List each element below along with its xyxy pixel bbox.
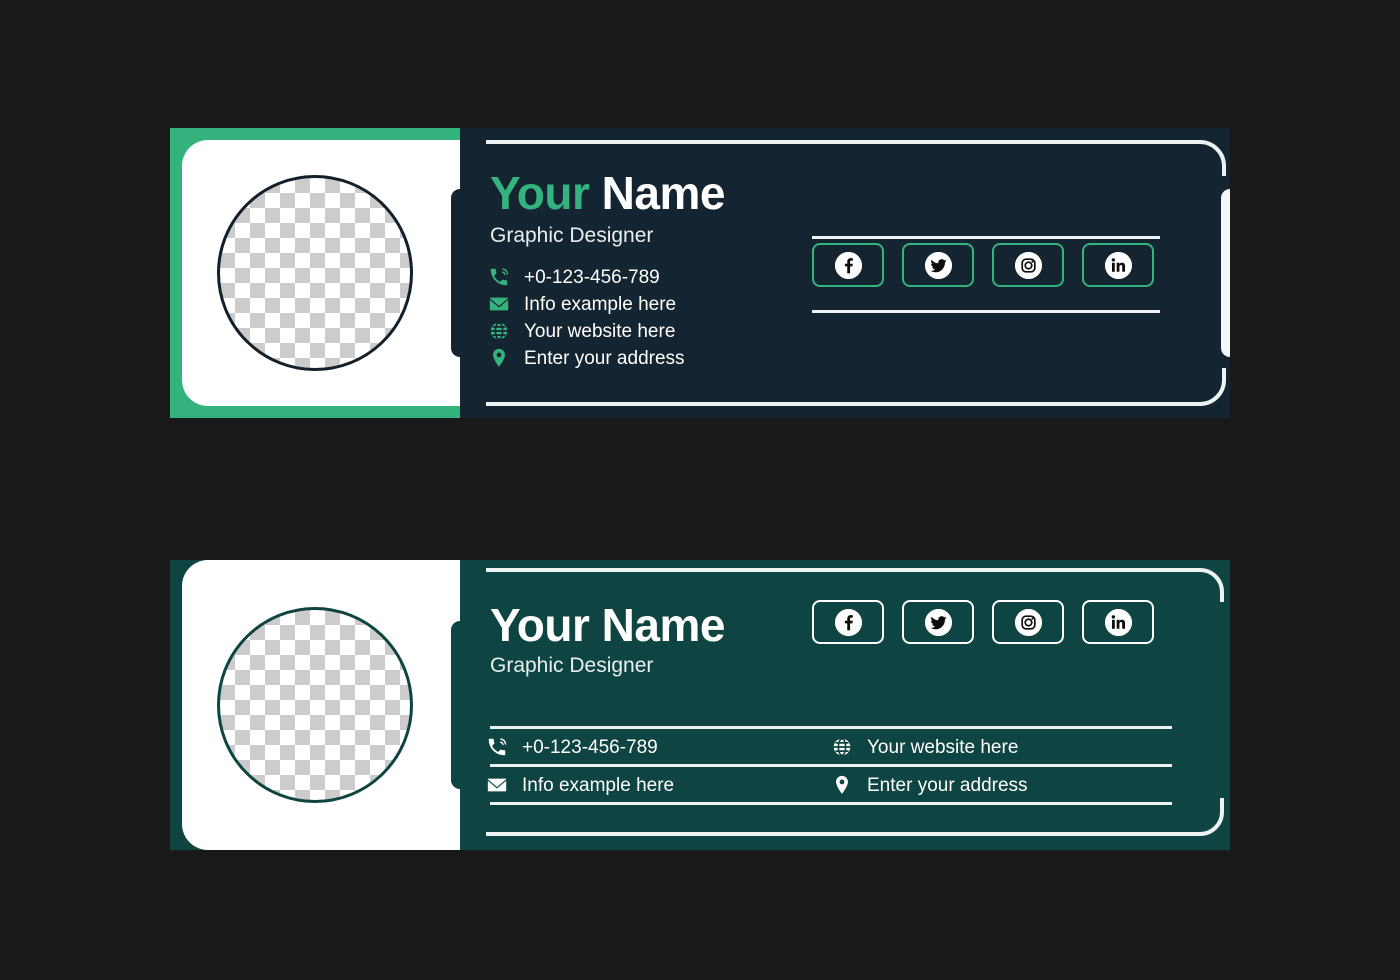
photo-block (170, 128, 469, 418)
page-title: Your Name (490, 170, 725, 216)
divider-contacts-middle (490, 764, 1172, 767)
contact-text: Your website here (867, 736, 1019, 758)
contact-row-website[interactable]: Your website here (831, 728, 1176, 766)
envelope-icon (486, 774, 508, 796)
contact-text: Info example here (524, 293, 677, 315)
email-signature-card-dark-navy[interactable]: Your Name Graphic Designer +0-123-456-78… (170, 128, 1230, 418)
phone-icon (486, 736, 508, 758)
name-last-word: Name (589, 167, 726, 219)
contact-text: Enter your address (867, 774, 1028, 796)
linkedin-icon (1104, 251, 1132, 279)
contact-grid-row: +0-123-456-789 Your website here (486, 728, 1176, 766)
phone-icon (488, 266, 510, 288)
instagram-icon (1014, 251, 1042, 279)
social-button-facebook[interactable] (812, 243, 884, 287)
side-tab-right (1221, 189, 1230, 357)
frame-top-bracket (486, 568, 1226, 602)
social-button-linkedin[interactable] (1082, 243, 1154, 287)
info-block: Your Name Graphic Designer +0-123-456-78… (460, 128, 1230, 418)
photo-notch-right (451, 189, 469, 357)
contact-grid-row: Info example here Enter your address (486, 766, 1176, 804)
envelope-icon (488, 293, 510, 315)
avatar[interactable] (217, 607, 413, 803)
facebook-icon (834, 608, 862, 636)
contact-text: Your website here (524, 320, 676, 342)
twitter-icon (924, 251, 952, 279)
location-pin-icon (831, 774, 853, 796)
linkedin-icon (1104, 608, 1132, 636)
contact-row-address[interactable]: Enter your address (488, 347, 685, 369)
photo-block (170, 560, 469, 850)
job-title: Graphic Designer (490, 224, 654, 247)
social-button-twitter[interactable] (902, 243, 974, 287)
contact-row-address[interactable]: Enter your address (831, 766, 1176, 804)
email-signature-card-teal[interactable]: Your Name Graphic Designer +0-123-456-78… (170, 560, 1230, 850)
name-first-word: Your (490, 167, 590, 219)
divider-above-social (812, 236, 1160, 239)
contact-text: +0-123-456-789 (522, 736, 658, 758)
globe-icon (488, 320, 510, 342)
twitter-icon (924, 608, 952, 636)
instagram-icon (1014, 608, 1042, 636)
contact-row-website[interactable]: Your website here (488, 320, 685, 342)
contact-row-email[interactable]: Info example here (486, 766, 831, 804)
social-button-linkedin[interactable] (1082, 600, 1154, 644)
contact-row-email[interactable]: Info example here (488, 293, 685, 315)
social-button-instagram[interactable] (992, 243, 1064, 287)
photo-notch-right (451, 621, 469, 789)
avatar[interactable] (217, 175, 413, 371)
social-button-facebook[interactable] (812, 600, 884, 644)
contact-list: +0-123-456-789 Info example here Your we… (488, 266, 685, 374)
globe-icon (831, 736, 853, 758)
contact-text: Info example here (522, 774, 675, 796)
social-links (812, 243, 1154, 287)
social-links (812, 600, 1154, 644)
design-canvas: Your Name Graphic Designer +0-123-456-78… (0, 0, 1400, 980)
photo-notch-left (170, 621, 179, 789)
divider-below-social (812, 310, 1160, 313)
contact-row-phone[interactable]: +0-123-456-789 (486, 728, 831, 766)
facebook-icon (834, 251, 862, 279)
job-title: Graphic Designer (490, 654, 654, 677)
social-button-twitter[interactable] (902, 600, 974, 644)
contact-text: +0-123-456-789 (524, 266, 660, 288)
social-button-instagram[interactable] (992, 600, 1064, 644)
page-title: Your Name (490, 599, 725, 651)
divider-contacts-bottom (490, 802, 1172, 805)
location-pin-icon (488, 347, 510, 369)
contact-text: Enter your address (524, 347, 685, 369)
info-block: Your Name Graphic Designer +0-123-456-78… (460, 560, 1230, 850)
contact-row-phone[interactable]: +0-123-456-789 (488, 266, 685, 288)
